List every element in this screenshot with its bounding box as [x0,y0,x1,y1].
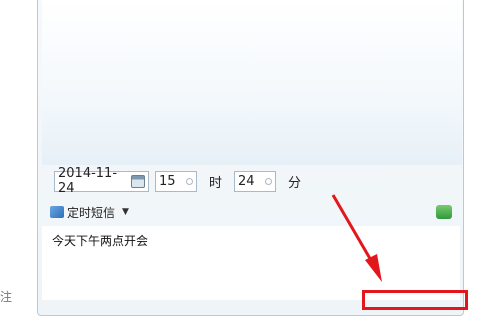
minute-unit-label: 分 [288,175,302,191]
scheduled-sms-button[interactable]: 定时短信 [67,204,115,221]
refresh-icon[interactable] [436,205,452,219]
message-input[interactable]: 今天下午两点开会 [42,226,460,300]
annotation-arrow [331,194,382,282]
spinner-icon[interactable] [265,177,273,185]
minute-value: 24 [238,173,255,189]
message-toolbar: 定时短信 ▼ [42,200,460,224]
message-text: 今天下午两点开会 [52,234,149,248]
schedule-bar: 2014-11-24 15 时 24 分 [42,166,460,196]
conversation-area [42,0,462,165]
spinner-icon[interactable] [186,177,193,185]
hour-unit-label: 时 [209,175,223,191]
hour-select[interactable]: 15 [155,170,197,192]
minute-select[interactable]: 24 [234,170,277,192]
date-picker[interactable]: 2014-11-24 [54,166,149,196]
calendar-icon[interactable] [131,174,145,188]
chevron-down-icon[interactable]: ▼ [122,207,129,217]
side-partial-text: 注 [0,290,13,304]
sms-icon [50,206,64,218]
highlight-box [362,290,468,310]
date-value: 2014-11-24 [58,166,118,196]
hour-value: 15 [159,173,176,189]
